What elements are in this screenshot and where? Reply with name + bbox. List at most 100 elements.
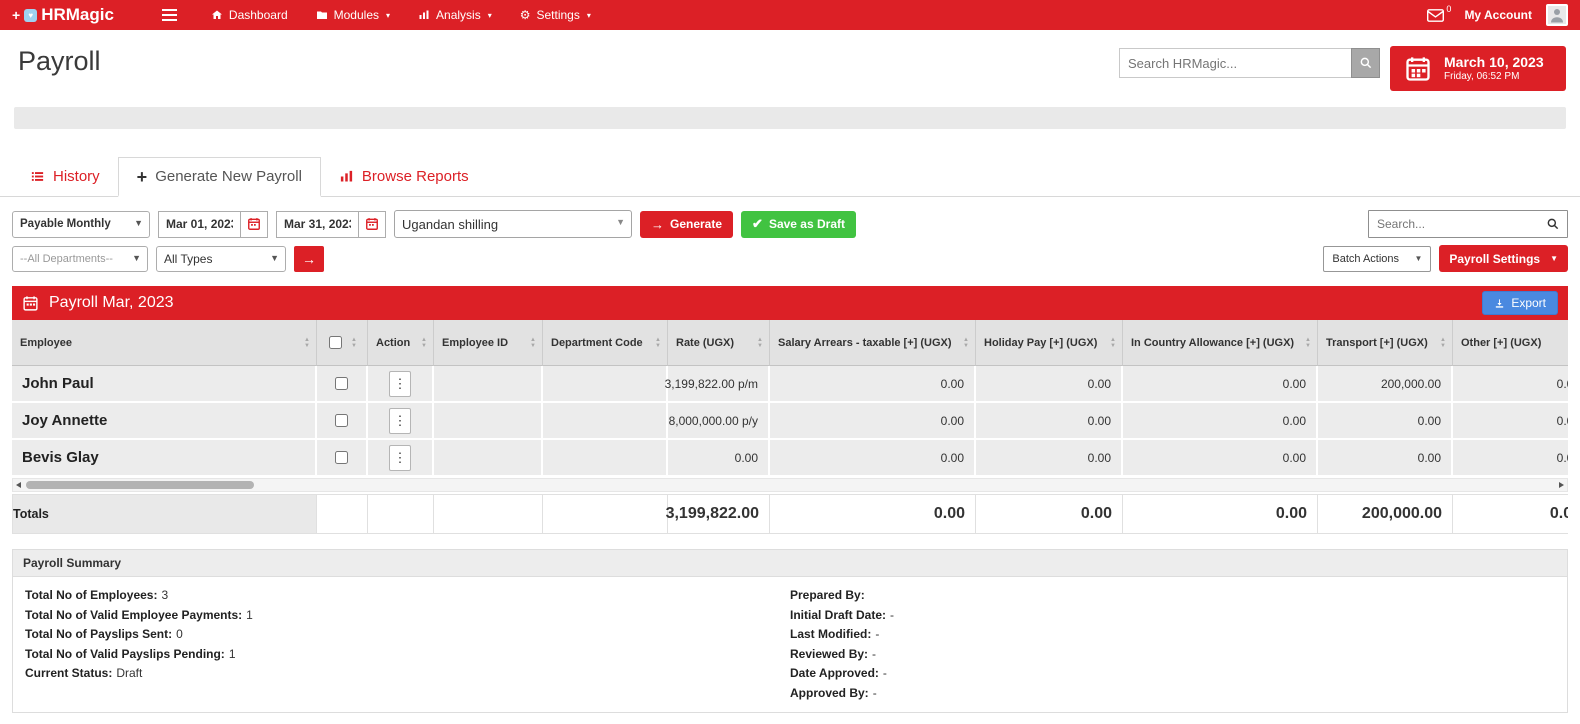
department-select[interactable]: --All Departments--	[12, 246, 148, 272]
date-to-calendar-button[interactable]	[358, 211, 386, 238]
tab-history[interactable]: History	[12, 157, 118, 196]
brand-plus-icon: +	[12, 7, 20, 23]
summary-line: Last Modified:-	[790, 625, 1555, 645]
table-row: Joy Annette ⋮ 8,000,000.00 p/y 0.00 0.00…	[12, 403, 1568, 440]
global-search-button[interactable]	[1351, 48, 1380, 78]
sort-icon: ▲▼	[1110, 337, 1116, 349]
employee-id-cell	[434, 403, 543, 440]
column-header-employee-id[interactable]: Employee ID ▲▼	[434, 320, 543, 366]
totals-label: Totals	[12, 494, 317, 534]
table-search-input[interactable]	[1368, 210, 1568, 238]
select-all-checkbox[interactable]	[329, 336, 342, 349]
column-header-transport[interactable]: Transport [+] (UGX) ▲▼	[1318, 320, 1453, 366]
currency-select[interactable]: Ugandan shilling	[394, 210, 632, 238]
column-header-action[interactable]: Action ▲▼	[368, 320, 434, 366]
horizontal-scrollbar[interactable]	[12, 478, 1568, 492]
nav-item-dashboard[interactable]: Dashboard	[197, 0, 302, 30]
page-title: Payroll	[18, 46, 101, 77]
chevron-down-icon: ▾	[386, 11, 390, 20]
totals-other: 0.00	[1453, 494, 1568, 534]
payroll-settings-button[interactable]: Payroll Settings ▼	[1439, 245, 1568, 272]
type-select[interactable]: All Types	[156, 246, 286, 272]
my-account-link[interactable]: My Account	[1464, 8, 1532, 22]
date-to-input[interactable]	[276, 211, 358, 238]
generate-button[interactable]: → Generate	[640, 211, 733, 238]
scrollbar-thumb[interactable]	[26, 481, 254, 489]
table-row: Bevis Glay ⋮ 0.00 0.00 0.00 0.00 0.00 0.…	[12, 440, 1568, 477]
holiday-pay-cell: 0.00	[976, 440, 1123, 477]
totals-holiday-pay: 0.00	[976, 494, 1123, 534]
sort-icon: ▲▼	[304, 337, 310, 349]
calendar-icon	[1404, 55, 1432, 83]
filter-area: Payable Monthly ▼ Ugandan shilling ▼ → G…	[12, 210, 1568, 272]
summary-line: Approved By:-	[790, 684, 1555, 704]
date-from-group	[158, 211, 268, 238]
avatar[interactable]	[1546, 4, 1568, 26]
home-icon	[211, 9, 223, 21]
scroll-left-arrow-icon[interactable]	[16, 482, 21, 488]
salary-arrears-cell: 0.00	[770, 440, 976, 477]
apply-filter-button[interactable]: →	[294, 246, 324, 272]
bar-chart-icon	[418, 9, 430, 21]
person-icon	[1548, 6, 1566, 24]
department-code-cell	[543, 366, 668, 403]
holiday-pay-cell: 0.00	[976, 403, 1123, 440]
column-header-select-all[interactable]: ▲▼	[317, 320, 368, 366]
employee-id-cell	[434, 440, 543, 477]
plus-icon: +	[137, 170, 148, 184]
batch-actions-dropdown[interactable]: Batch Actions ▼	[1323, 246, 1431, 272]
summary-line: Total No of Valid Payslips Pending:1	[25, 645, 790, 665]
notifications-button[interactable]: 0	[1427, 9, 1450, 22]
column-header-department-code[interactable]: Department Code ▲▼	[543, 320, 668, 366]
bar-chart-icon	[339, 169, 354, 184]
row-checkbox[interactable]	[335, 451, 348, 464]
download-icon	[1494, 298, 1505, 309]
scroll-right-arrow-icon[interactable]	[1559, 482, 1564, 488]
brand-link[interactable]: + ♥ HRMagic	[12, 5, 114, 25]
column-header-other[interactable]: Other [+] (UGX) ▲▼	[1453, 320, 1568, 366]
row-actions-menu-button[interactable]: ⋮	[389, 408, 411, 434]
column-header-holiday-pay[interactable]: Holiday Pay [+] (UGX) ▲▼	[976, 320, 1123, 366]
column-header-in-country-allowance[interactable]: In Country Allowance [+] (UGX) ▲▼	[1123, 320, 1318, 366]
nav-item-modules[interactable]: Modules ▾	[302, 0, 404, 30]
table-body: John Paul ⋮ 3,199,822.00 p/m 0.00 0.00 0…	[12, 366, 1568, 477]
tab-browse-reports[interactable]: Browse Reports	[321, 157, 487, 196]
global-search-input[interactable]	[1119, 48, 1351, 78]
transport-cell: 200,000.00	[1318, 366, 1453, 403]
sort-icon: ▲▼	[351, 337, 357, 349]
date-widget[interactable]: March 10, 2023 Friday, 06:52 PM	[1390, 46, 1566, 91]
summary-line: Prepared By:	[790, 586, 1555, 606]
table-header-row: Employee ▲▼ ▲▼ Action ▲▼ Employee ID ▲▼ …	[12, 320, 1568, 366]
pay-period-select[interactable]: Payable Monthly	[12, 211, 150, 238]
summary-line: Total No of Payslips Sent:0	[25, 625, 790, 645]
nav-item-settings[interactable]: ⚙ Settings ▾	[506, 0, 605, 30]
save-as-draft-button[interactable]: ✔ Save as Draft	[741, 211, 856, 238]
employee-name: Bevis Glay	[12, 440, 317, 477]
envelope-icon	[1427, 9, 1444, 22]
table-row: John Paul ⋮ 3,199,822.00 p/m 0.00 0.00 0…	[12, 366, 1568, 403]
summary-left-column: Total No of Employees:3 Total No of Vali…	[25, 586, 790, 703]
other-cell: 0.00	[1453, 366, 1568, 403]
top-navbar: + ♥ HRMagic Dashboard Modules ▾ Analysis…	[0, 0, 1580, 30]
row-actions-menu-button[interactable]: ⋮	[389, 371, 411, 397]
summary-line: Current Status:Draft	[25, 664, 790, 684]
nav-item-analysis[interactable]: Analysis ▾	[404, 0, 506, 30]
column-header-salary-arrears[interactable]: Salary Arrears - taxable [+] (UGX) ▲▼	[770, 320, 976, 366]
column-header-employee[interactable]: Employee ▲▼	[12, 320, 317, 366]
employee-name: John Paul	[12, 366, 317, 403]
tab-generate-new-payroll[interactable]: + Generate New Payroll	[118, 157, 321, 197]
row-checkbox[interactable]	[335, 377, 348, 390]
column-header-rate[interactable]: Rate (UGX) ▲▼	[668, 320, 770, 366]
chevron-down-icon: ▾	[587, 11, 591, 20]
rate-cell: 0.00	[668, 440, 770, 477]
totals-transport: 200,000.00	[1318, 494, 1453, 534]
date-from-input[interactable]	[158, 211, 240, 238]
export-button[interactable]: Export	[1482, 291, 1558, 315]
summary-line: Initial Draft Date:-	[790, 606, 1555, 626]
row-actions-menu-button[interactable]: ⋮	[389, 445, 411, 471]
gear-icon: ⚙	[520, 8, 531, 22]
date-from-calendar-button[interactable]	[240, 211, 268, 238]
calendar-icon	[22, 295, 39, 312]
row-checkbox[interactable]	[335, 414, 348, 427]
hamburger-menu-button[interactable]	[158, 5, 181, 25]
